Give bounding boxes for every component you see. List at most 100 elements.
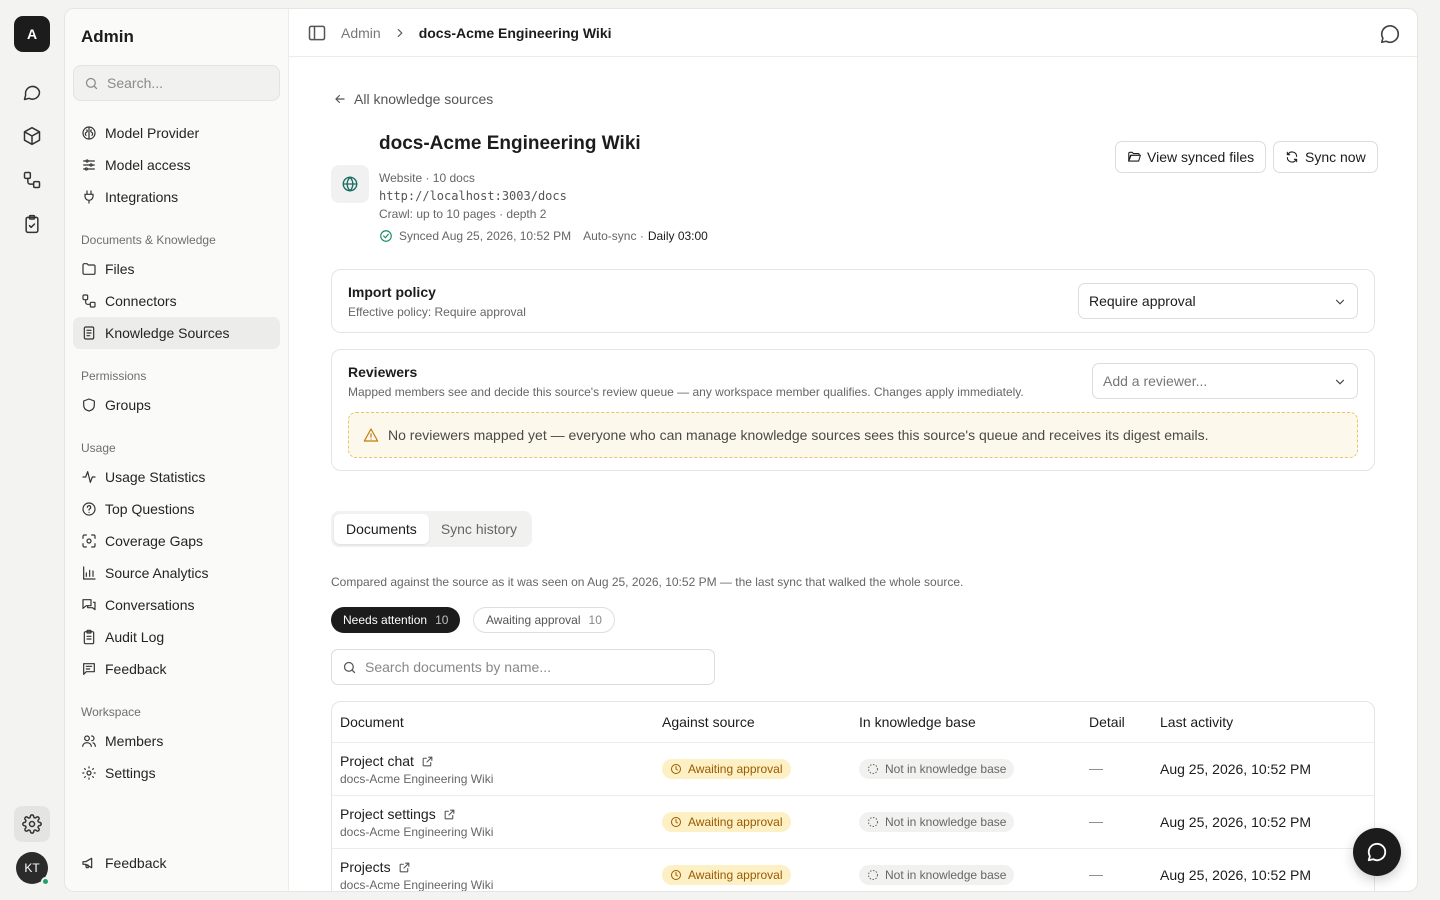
- documents-table: Document Against source In knowledge bas…: [331, 701, 1375, 891]
- chevron-right-icon: [393, 26, 407, 40]
- assistant-toggle-button[interactable]: [1379, 23, 1401, 45]
- filter-needs-attention[interactable]: Needs attention 10: [331, 607, 461, 633]
- dashed-circle-icon: [868, 817, 878, 827]
- sidebar-toggle-button[interactable]: [307, 23, 327, 43]
- view-synced-files-button[interactable]: View synced files: [1115, 141, 1267, 173]
- table-row[interactable]: Project chat docs-Acme Engineering Wiki …: [332, 743, 1374, 796]
- status-text: Awaiting approval: [688, 868, 783, 882]
- sidebar-item-top-questions[interactable]: Top Questions: [73, 493, 280, 525]
- document-name[interactable]: Projects: [340, 859, 411, 875]
- import-policy-subtitle: Effective policy: Require approval: [348, 305, 526, 319]
- document-detail: —: [1089, 760, 1103, 776]
- warning-icon: [363, 428, 379, 442]
- document-name[interactable]: Project settings: [340, 806, 456, 822]
- sidebar-item-connectors[interactable]: Connectors: [73, 285, 280, 317]
- globe-icon: [342, 176, 358, 192]
- no-reviewers-warning: No reviewers mapped yet — everyone who c…: [348, 412, 1358, 458]
- tab-documents[interactable]: Documents: [334, 514, 429, 544]
- clipboard-icon: [83, 629, 95, 645]
- tasks-rail-button[interactable]: [14, 206, 50, 242]
- sidebar-item-files[interactable]: Files: [73, 253, 280, 285]
- plug-icon: [84, 190, 94, 204]
- page-content: All knowledge sources docs-Acme Engineer…: [289, 57, 1417, 891]
- workspace-logo[interactable]: A: [14, 16, 50, 52]
- status-badge: Awaiting approval: [662, 865, 791, 885]
- sidebar-bottom-feedback[interactable]: Feedback: [73, 847, 280, 879]
- admin-rail-button[interactable]: [14, 806, 50, 842]
- sidebar-item-source-analytics[interactable]: Source Analytics: [73, 557, 280, 589]
- sidebar-item-label: Connectors: [105, 293, 177, 309]
- import-policy-panel: Import policy Effective policy: Require …: [331, 269, 1375, 333]
- sidebar-item-label: Feedback: [105, 855, 167, 871]
- sidebar-item-model-provider[interactable]: Model Provider: [73, 117, 280, 149]
- sidebar-search-placeholder: Search...: [107, 75, 164, 91]
- sidebar-item-label: Feedback: [105, 661, 167, 677]
- import-policy-value: Require approval: [1089, 293, 1196, 309]
- clock-icon: [671, 817, 681, 827]
- feedback-icon: [83, 663, 95, 675]
- clock-icon: [671, 764, 681, 774]
- kb-badge: Not in knowledge base: [859, 865, 1015, 885]
- sidebar-item-knowledge-sources[interactable]: Knowledge Sources: [73, 317, 280, 349]
- reviewers-subtitle: Mapped members see and decide this sourc…: [348, 385, 1024, 399]
- table-row[interactable]: Project settings docs-Acme Engineering W…: [332, 796, 1374, 849]
- import-policy-select[interactable]: Require approval: [1078, 283, 1358, 319]
- breadcrumb-admin[interactable]: Admin: [341, 25, 381, 41]
- sidebar-item-coverage-gaps[interactable]: Coverage Gaps: [73, 525, 280, 557]
- sync-now-button[interactable]: Sync now: [1273, 141, 1378, 173]
- import-policy-title: Import policy: [348, 284, 436, 300]
- sidebar-item-groups[interactable]: Groups: [73, 389, 280, 421]
- external-link-icon[interactable]: [398, 861, 411, 874]
- sidebar-title: Admin: [81, 27, 134, 46]
- content-tabs: Documents Sync history: [331, 511, 533, 547]
- document-title: Project settings: [340, 806, 436, 822]
- sidebar-item-label: Model Provider: [105, 125, 200, 141]
- sidebar-item-integrations[interactable]: Integrations: [73, 181, 280, 213]
- sidebar-item-label: Model access: [105, 157, 191, 173]
- clipboard-check-icon: [25, 214, 39, 234]
- external-link-icon[interactable]: [443, 808, 456, 821]
- sidebar-item-model-access[interactable]: Model access: [73, 149, 280, 181]
- dashed-circle-icon: [868, 870, 878, 880]
- sidebar-group-documents: Documents & Knowledge: [81, 233, 216, 247]
- document-source: docs-Acme Engineering Wiki: [340, 772, 494, 786]
- document-title: Project chat: [340, 753, 414, 769]
- clock-icon: [671, 870, 681, 880]
- crawl-settings: Crawl: up to 10 pages · depth 2: [379, 207, 547, 221]
- refresh-icon: [1286, 151, 1298, 163]
- document-search-input[interactable]: Search documents by name...: [331, 649, 715, 685]
- sync-timestamp: Synced Aug 25, 2026, 10:52 PM: [399, 229, 572, 243]
- add-reviewer-select[interactable]: Add a reviewer...: [1092, 363, 1358, 399]
- status-text: Awaiting approval: [688, 815, 783, 829]
- view-synced-files-label: View synced files: [1147, 149, 1255, 165]
- sidebar-item-settings[interactable]: Settings: [73, 757, 280, 789]
- models-rail-button[interactable]: [14, 118, 50, 154]
- brain-icon: [82, 126, 96, 140]
- external-link-icon[interactable]: [421, 755, 434, 768]
- sidebar-search-input[interactable]: Search...: [73, 65, 280, 101]
- tab-sync-history[interactable]: Sync history: [429, 514, 529, 544]
- chat-rail-button[interactable]: [14, 74, 50, 110]
- sidebar-item-usage-statistics[interactable]: Usage Statistics: [73, 461, 280, 493]
- document-title: Projects: [340, 859, 391, 875]
- workflows-rail-button[interactable]: [14, 162, 50, 198]
- cube-icon: [23, 126, 41, 146]
- table-row[interactable]: Projects docs-Acme Engineering Wiki Awai…: [332, 849, 1374, 891]
- gear-icon: [22, 814, 42, 834]
- status-badge: Awaiting approval: [662, 812, 791, 832]
- search-icon: [85, 77, 98, 89]
- admin-sidebar: Admin Search... Model Provider Model acc…: [65, 9, 289, 891]
- chat-launcher-button[interactable]: [1353, 828, 1401, 876]
- document-name[interactable]: Project chat: [340, 753, 434, 769]
- sidebar-item-audit-log[interactable]: Audit Log: [73, 621, 280, 653]
- activity-icon: [82, 471, 96, 483]
- autosync-label: Auto-sync ·: [583, 229, 644, 243]
- filter-awaiting-approval[interactable]: Awaiting approval 10: [473, 607, 615, 633]
- sidebar-item-label: Settings: [105, 765, 156, 781]
- sidebar-item-members[interactable]: Members: [73, 725, 280, 757]
- back-link[interactable]: All knowledge sources: [333, 91, 493, 107]
- sidebar-item-feedback[interactable]: Feedback: [73, 653, 280, 685]
- sidebar-item-conversations[interactable]: Conversations: [73, 589, 280, 621]
- back-link-label: All knowledge sources: [354, 91, 494, 107]
- check-circle-icon: [380, 230, 392, 242]
